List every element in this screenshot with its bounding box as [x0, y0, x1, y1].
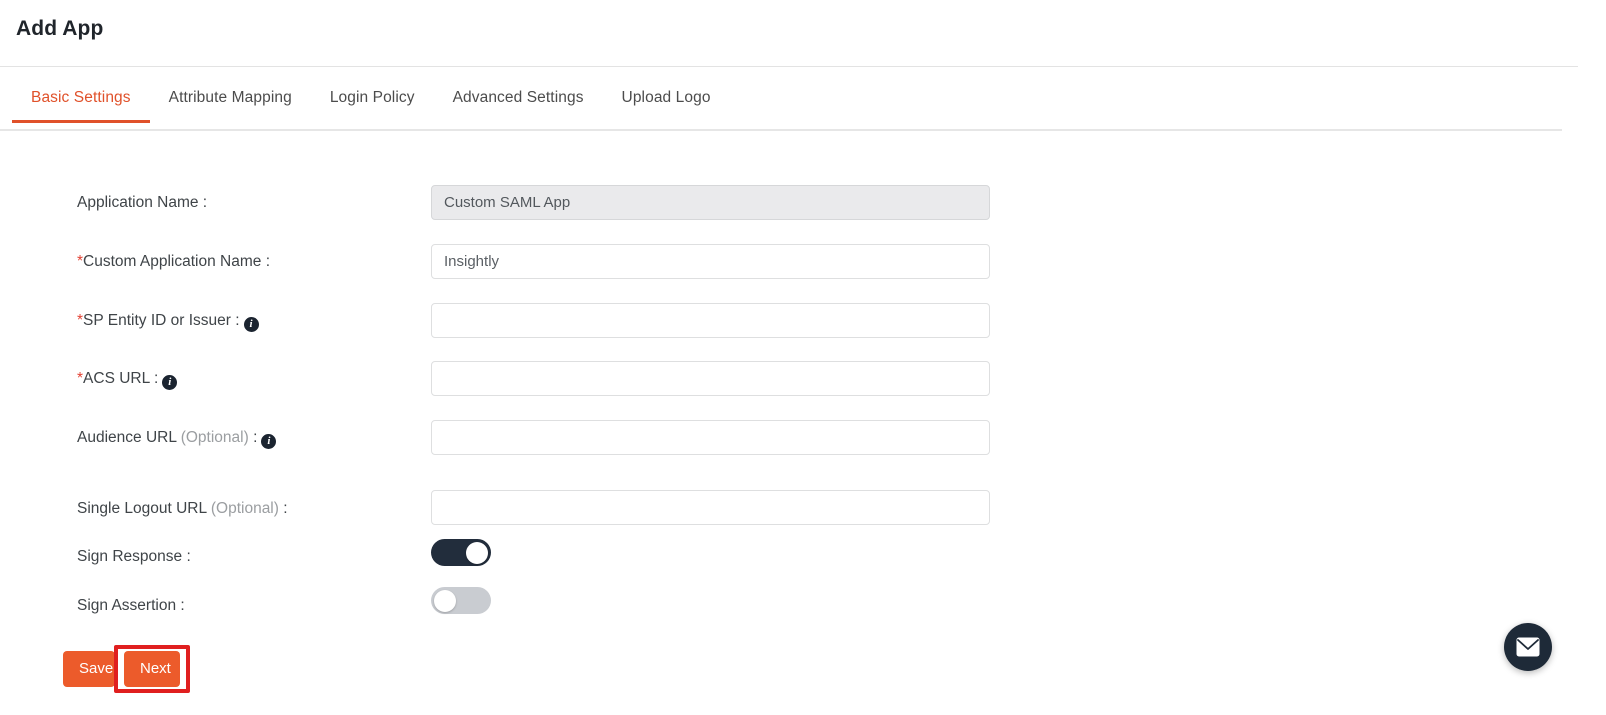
- input-sp-entity-id-or-issuer[interactable]: [431, 303, 990, 338]
- tab-label: Advanced Settings: [452, 89, 584, 106]
- label-colon: :: [202, 194, 208, 211]
- label-colon: :: [153, 370, 159, 387]
- label-colon: :: [253, 429, 258, 446]
- label-colon: :: [283, 500, 288, 517]
- info-icon[interactable]: i: [261, 434, 277, 449]
- toggle-knob: [466, 541, 488, 564]
- tab-bar-divider: [0, 129, 1562, 131]
- label-acs-url: *ACS URL :i: [77, 370, 178, 390]
- label-text: SP Entity ID or Issuer: [83, 312, 231, 329]
- info-icon[interactable]: i: [162, 375, 178, 390]
- input-audience-url[interactable]: [431, 420, 990, 455]
- label-colon: :: [235, 312, 240, 329]
- label-single-logout-url: Single Logout URL (Optional) :: [77, 501, 288, 517]
- input-acs-url[interactable]: [431, 361, 990, 396]
- label-text: Single Logout URL: [77, 500, 207, 517]
- info-icon[interactable]: i: [243, 317, 259, 332]
- toggle-knob: [434, 589, 456, 612]
- save-button[interactable]: Save: [63, 651, 115, 687]
- input-application-name: [431, 185, 990, 220]
- contact-support-fab[interactable]: [1504, 623, 1552, 671]
- tab-login-policy[interactable]: Login Policy: [311, 89, 434, 123]
- tab-label: Upload Logo: [621, 89, 711, 106]
- label-sign-response: Sign Response :: [77, 549, 191, 565]
- active-tab-underline: [12, 120, 150, 123]
- label-colon: :: [186, 548, 191, 565]
- label-colon: :: [180, 597, 185, 614]
- tab-label: Basic Settings: [31, 89, 131, 106]
- optional-marker: (Optional): [180, 429, 249, 446]
- label-text: ACS URL: [83, 370, 150, 387]
- toggle-sign-response[interactable]: [431, 539, 491, 566]
- label-text: Audience URL: [77, 429, 177, 446]
- optional-marker: (Optional): [210, 500, 279, 517]
- label-text: Application Name: [77, 194, 199, 211]
- label-custom-application-name: *Custom Application Name :: [77, 254, 270, 270]
- page-title: Add App: [16, 17, 104, 40]
- tab-bar: Basic Settings Attribute Mapping Login Pol…: [0, 67, 1562, 131]
- label-text: Custom Application Name: [83, 253, 262, 270]
- label-application-name: Application Name :: [77, 195, 207, 211]
- tab-attribute-mapping[interactable]: Attribute Mapping: [150, 89, 311, 123]
- tab-strip: Basic Settings Attribute Mapping Login Pol…: [12, 89, 730, 123]
- page-header: Add App: [0, 0, 1606, 66]
- next-button[interactable]: Next: [124, 651, 180, 687]
- tab-advanced-settings[interactable]: Advanced Settings: [434, 89, 603, 123]
- label-sp-entity-id-or-issuer: *SP Entity ID or Issuer :i: [77, 313, 259, 332]
- input-custom-application-name[interactable]: [431, 244, 990, 279]
- label-sign-assertion: Sign Assertion :: [77, 598, 185, 614]
- label-text: Sign Response: [77, 548, 183, 565]
- label-colon: :: [265, 253, 271, 270]
- tab-basic-settings[interactable]: Basic Settings: [12, 89, 150, 123]
- tab-upload-logo[interactable]: Upload Logo: [603, 89, 730, 123]
- toggle-sign-assertion[interactable]: [431, 587, 491, 614]
- label-audience-url: Audience URL (Optional) :i: [77, 429, 277, 449]
- input-single-logout-url[interactable]: [431, 490, 990, 525]
- label-text: Sign Assertion: [77, 597, 177, 614]
- tab-label: Login Policy: [329, 89, 415, 106]
- add-app-page: Add App Basic Settings Attribute Mapping L…: [0, 0, 1606, 715]
- tab-label: Attribute Mapping: [168, 89, 292, 106]
